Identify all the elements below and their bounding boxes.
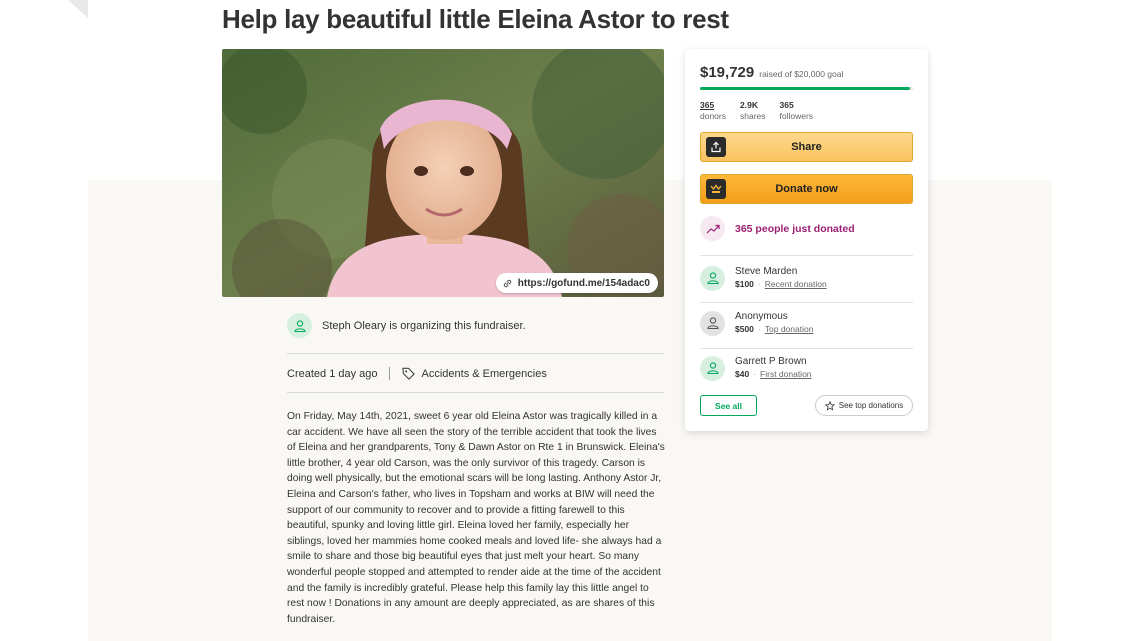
category-link[interactable]: Accidents & Emergencies — [422, 368, 547, 380]
donor-item: Steve Marden $100 · Recent donation — [700, 265, 827, 291]
donor-avatar — [700, 310, 725, 336]
divider — [700, 348, 913, 349]
donor-item: Garrett P Brown $40 · First donation — [700, 355, 812, 381]
donate-label: Donate now — [775, 183, 838, 195]
campaign-hero-image[interactable]: https://gofund.me/154adac0 — [222, 49, 664, 297]
progress-fill — [700, 87, 911, 90]
donor-tag[interactable]: Top donation — [765, 324, 814, 334]
donor-tag[interactable]: First donation — [760, 369, 812, 379]
amount-raised: $19,729 raised of $20,000 goal — [700, 64, 843, 81]
donor-amount: $500 — [735, 324, 754, 334]
stat-followers: 365 followers — [780, 100, 814, 122]
divider — [287, 392, 664, 393]
divider — [700, 255, 913, 256]
donor-amount: $100 — [735, 279, 754, 289]
donor-name: Anonymous — [735, 311, 788, 322]
page-title: Help lay beautiful little Eleina Astor t… — [222, 4, 729, 34]
corner-decoration — [68, 0, 88, 18]
see-all-button[interactable]: See all — [700, 395, 757, 416]
campaign-stats: 365 donors 2.9K shares 365 followers — [700, 100, 813, 122]
dot-separator: · — [757, 324, 761, 334]
organizer-text: Steph Oleary is organizing this fundrais… — [322, 319, 526, 332]
share-upload-icon — [706, 137, 726, 157]
star-icon — [824, 400, 835, 411]
user-icon — [706, 362, 719, 375]
donor-avatar — [700, 355, 725, 381]
dot-separator: · — [753, 369, 757, 379]
see-top-label: See top donations — [838, 401, 904, 410]
stat-donors[interactable]: 365 donors — [700, 100, 726, 122]
link-icon — [503, 279, 511, 287]
goal-text: raised of $20,000 goal — [759, 69, 844, 79]
stat-value: 365 — [700, 100, 715, 110]
share-label: Share — [791, 141, 822, 153]
see-top-donations-button[interactable]: See top donations — [815, 395, 913, 416]
dot-separator: · — [757, 279, 761, 289]
user-icon — [706, 272, 719, 285]
stat-label: shares — [740, 111, 766, 121]
trending-up-icon — [700, 216, 725, 241]
campaign-story: On Friday, May 14th, 2021, sweet 6 year … — [287, 411, 665, 625]
organizer-row: Steph Oleary is organizing this fundrais… — [287, 313, 526, 338]
donate-button[interactable]: Donate now — [700, 174, 913, 204]
donor-name: Steve Marden — [735, 266, 798, 277]
hero-photo — [222, 49, 664, 297]
donor-avatar — [700, 265, 725, 291]
user-icon — [293, 319, 306, 332]
organizer-avatar — [287, 313, 312, 338]
stat-value: 365 — [779, 100, 794, 110]
gofundme-logo-icon — [706, 179, 726, 199]
short-url-text: https://gofund.me/154adac0 — [517, 277, 650, 289]
tag-icon — [401, 367, 415, 380]
donor-name: Garrett P Brown — [735, 356, 807, 367]
meta-separator — [388, 367, 390, 380]
stat-shares: 2.9K shares — [740, 100, 766, 122]
user-icon — [706, 317, 719, 330]
recent-activity: 365 people just donated — [700, 216, 855, 241]
donor-tag[interactable]: Recent donation — [765, 279, 827, 289]
campaign-meta: Created 1 day ago Accidents & Emergencie… — [287, 366, 547, 381]
short-url-pill[interactable]: https://gofund.me/154adac0 — [495, 273, 658, 293]
donor-item: Anonymous $500 · Top donation — [700, 310, 813, 336]
stat-value: 2.9K — [740, 100, 758, 110]
stat-label: followers — [779, 111, 814, 121]
divider — [700, 302, 913, 303]
share-button[interactable]: Share — [700, 132, 913, 162]
created-date: Created 1 day ago — [287, 367, 378, 380]
raised-amount: $19,729 — [700, 64, 755, 81]
donor-amount: $40 — [735, 369, 750, 379]
divider — [287, 353, 664, 354]
recent-activity-text: 365 people just donated — [735, 222, 855, 235]
donation-card: $19,729 raised of $20,000 goal 365 donor… — [685, 49, 928, 431]
stat-label: donors — [700, 111, 726, 121]
progress-bar — [700, 87, 913, 90]
